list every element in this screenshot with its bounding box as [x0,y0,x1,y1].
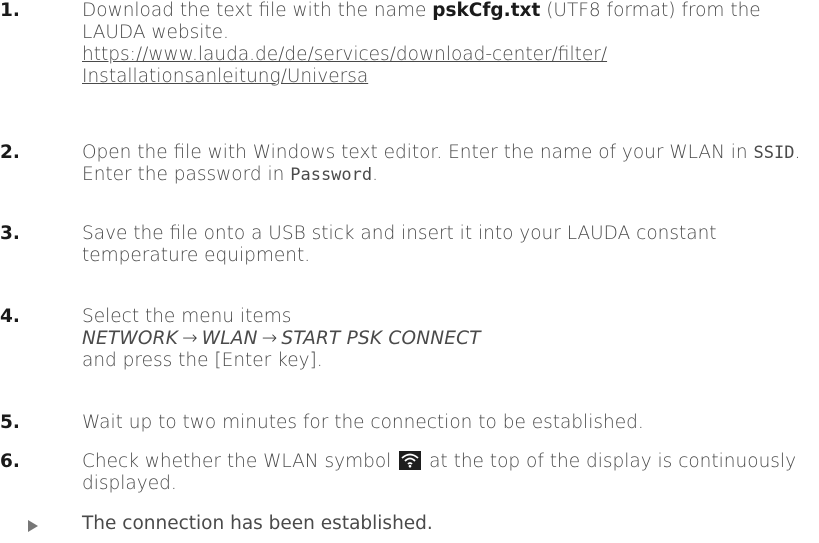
step-text: Open the file with Windows text editor. … [82,142,754,163]
filename-text: pskCfg.txt [432,0,541,21]
step-number: 2. [0,142,20,163]
step-4: 4. Select the menu items NETWORK → WLAN → ST… [0,306,819,372]
step-number: 5. [0,412,20,433]
password-field-name: Password [290,165,373,185]
step-1: 1. Download the text file with the name … [0,0,819,88]
result-triangle-icon [28,520,38,532]
step-text: Download the text file with the name [82,0,433,21]
step-3: 3. Save the file onto a USB stick and in… [0,223,819,267]
step-text: Select the menu items [82,306,292,327]
step-text: and press the [Enter key]. [82,350,323,371]
step-text: Wait up to two minutes for the connectio… [82,412,644,433]
step-text: Check whether the WLAN symbol [82,451,398,472]
step-6: 6. Check whether the WLAN symbol at the … [0,451,819,495]
step-number: 3. [0,223,20,244]
arrow-right-icon: → [182,328,198,349]
download-link[interactable]: https://www.lauda.de/de/services/downloa… [82,44,607,65]
step-2: 2. Open the file with Windows text edito… [0,142,819,186]
step-number: 4. [0,306,20,327]
download-link-cont[interactable]: Installationsanleitung/Universa [82,66,368,87]
result-text: The connection has been established. [82,513,433,534]
ssid-field-name: SSID [753,143,795,163]
step-text: . [372,164,379,185]
menu-path: NETWORK → WLAN → START PSK CONNECT [82,328,481,349]
step-number: 1. [0,0,20,21]
step-text: Save the file onto a USB stick and inser… [82,223,717,266]
menu-item-network: NETWORK [82,328,179,349]
menu-item-wlan: WLAN [201,328,258,349]
step-number: 6. [0,451,20,472]
step-5: 5. Wait up to two minutes for the connec… [0,412,819,434]
wifi-icon [399,451,422,470]
arrow-right-icon: → [261,328,278,349]
menu-item-start-psk-connect: START PSK CONNECT [281,328,481,349]
